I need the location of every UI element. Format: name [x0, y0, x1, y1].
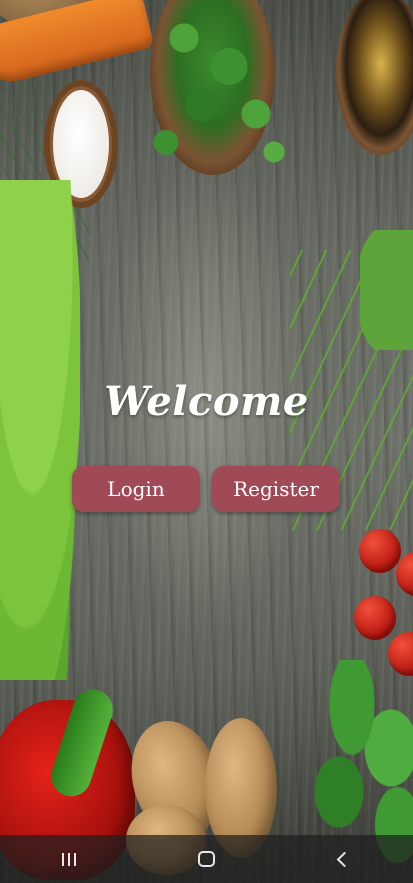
welcome-title: Welcome — [104, 378, 309, 425]
home-button[interactable] — [176, 839, 236, 879]
recents-button[interactable] — [39, 839, 99, 879]
register-button[interactable]: Register — [212, 466, 340, 512]
home-icon — [197, 851, 215, 867]
parsley-image — [130, 0, 310, 190]
back-button[interactable] — [314, 839, 374, 879]
lettuce-image — [0, 180, 80, 680]
recents-icon — [61, 852, 76, 866]
tomato-image — [359, 529, 401, 573]
leaf-image — [360, 230, 413, 350]
welcome-screen: Welcome Login Register — [0, 0, 413, 883]
login-button[interactable]: Login — [72, 466, 200, 512]
back-icon — [336, 851, 352, 867]
tomato-image — [354, 596, 396, 640]
system-nav-bar — [0, 835, 413, 883]
